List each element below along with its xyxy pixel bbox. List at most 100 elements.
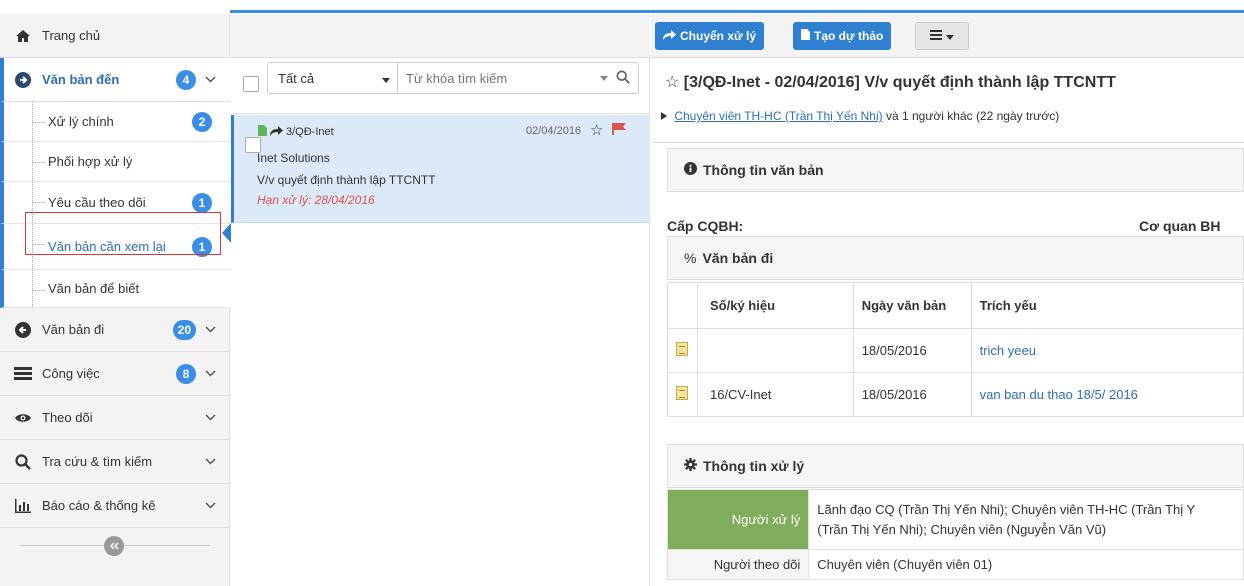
caret-down-icon[interactable] bbox=[600, 72, 608, 84]
process-panel-header[interactable]: Thông tin xử lý bbox=[667, 444, 1244, 488]
detail-toolbar: Chuyển xử lý Tạo dự thảo bbox=[651, 14, 1244, 58]
sidebar-subitem-coordinate[interactable]: Phối hợp xử lý bbox=[0, 142, 230, 182]
chevron-down-icon bbox=[205, 500, 216, 512]
count-badge: 4 bbox=[176, 69, 196, 90]
count-badge: 8 bbox=[176, 363, 196, 384]
outgoing-panel-header[interactable]: % Văn bản đi bbox=[667, 236, 1244, 280]
document-title-text: [3/QĐ-Inet - 02/04/2016] V/v quyết định … bbox=[683, 74, 1116, 91]
chevron-down-icon bbox=[205, 412, 216, 424]
sidebar-item-label: Theo dõi bbox=[42, 410, 93, 425]
info-panel-header[interactable]: Thông tin văn bản bbox=[667, 148, 1244, 192]
document-date: 02/04/2016 bbox=[526, 125, 582, 137]
divider bbox=[651, 142, 1244, 143]
forward-button-label: Chuyển xử lý bbox=[680, 29, 757, 43]
selection-pointer bbox=[222, 223, 231, 243]
sidebar-item-home[interactable]: Trang chủ bbox=[0, 14, 230, 58]
document-link[interactable]: van ban du thao 18/5/ 2016 bbox=[980, 387, 1138, 402]
table-cell bbox=[696, 328, 854, 373]
forward-button[interactable]: Chuyển xử lý bbox=[655, 22, 765, 50]
collapse-sidebar-icon[interactable] bbox=[104, 536, 124, 556]
caret-down-icon bbox=[946, 29, 954, 43]
issuer-row: Cấp CQBH: Cơ quan BH bbox=[667, 218, 1244, 234]
sidebar-subitem-main[interactable]: Xử lý chính 2 bbox=[0, 102, 230, 142]
info-panel-title: Thông tin văn bản bbox=[703, 162, 824, 178]
outgoing-docs-table: Số/ký hiệu Ngày văn bản Trích yếu 18/05/… bbox=[667, 282, 1244, 417]
sidebar-item-label: Phối hợp xử lý bbox=[48, 154, 133, 169]
column-header: Ngày văn bản bbox=[852, 282, 972, 329]
file-icon bbox=[258, 125, 267, 139]
process-table: Người xử lý Lãnh đạo CQ (Trần Thị Yến Nh… bbox=[666, 489, 1244, 580]
star-icon[interactable]: ☆ bbox=[665, 74, 679, 91]
arrow-circle-right-icon bbox=[12, 71, 34, 88]
sidebar-subitem-review[interactable]: Văn bản cần xem lại 1 bbox=[0, 224, 230, 270]
sidebar-subitem-follow-request[interactable]: Yêu cầu theo dõi 1 bbox=[0, 182, 230, 224]
follower-value: Chuyên viên (Chuyên viên 01) bbox=[808, 549, 1244, 580]
document-link[interactable]: trich yeeu bbox=[980, 343, 1036, 358]
handler-value-line1: Lãnh đạo CQ (Trần Thị Yến Nhi); Chuyên v… bbox=[817, 501, 1196, 517]
count-badge: 1 bbox=[192, 236, 212, 257]
sidebar-item-label: Xử lý chính bbox=[48, 114, 114, 129]
sidebar-item-label: Trang chủ bbox=[42, 28, 101, 43]
sidebar-item-label: Báo cáo & thống kê bbox=[42, 498, 156, 513]
sender-link[interactable]: Chuyên viên TH-HC (Trần Thị Yến Nhi) bbox=[674, 109, 882, 123]
sidebar-item-follow[interactable]: Theo dõi bbox=[0, 396, 230, 440]
gear-icon bbox=[684, 458, 697, 474]
star-icon[interactable]: ☆ bbox=[590, 121, 603, 139]
table-row[interactable]: 18/05/2016 trich yeeu bbox=[667, 328, 1244, 373]
app: Trang chủ Văn bản đến 4 Xử lý chính 2 Ph… bbox=[0, 0, 1244, 586]
table-header-row: Số/ký hiệu Ngày văn bản Trích yếu bbox=[667, 282, 1244, 329]
count-badge: 20 bbox=[172, 319, 196, 340]
follower-label: Người theo dõi bbox=[666, 549, 810, 580]
sidebar: Trang chủ Văn bản đến 4 Xử lý chính 2 Ph… bbox=[0, 14, 230, 586]
document-code: 3/QĐ-Inet bbox=[286, 126, 334, 138]
sidebar-item-label: Công việc bbox=[42, 366, 100, 381]
document-icon bbox=[676, 342, 688, 356]
more-menu-button[interactable] bbox=[915, 22, 969, 50]
search-icon bbox=[12, 453, 34, 470]
sidebar-item-label: Yêu cầu theo dõi bbox=[48, 195, 146, 210]
sidebar-item-label: Văn bản đến bbox=[42, 72, 120, 87]
select-all-checkbox[interactable] bbox=[243, 76, 259, 92]
table-cell: 16/CV-Inet bbox=[696, 372, 854, 417]
sidebar-item-tasks[interactable]: Công việc 8 bbox=[0, 352, 230, 396]
document-detail-pane: Chuyển xử lý Tạo dự thảo ☆ [3/QĐ-Inet - … bbox=[651, 14, 1244, 586]
sidebar-item-search[interactable]: Tra cứu & tìm kiếm bbox=[0, 440, 230, 484]
info-icon bbox=[684, 162, 697, 178]
sidebar-item-label: Văn bản để biết bbox=[48, 281, 140, 296]
table-row: Người xử lý Lãnh đạo CQ (Trần Thị Yến Nh… bbox=[666, 489, 1244, 550]
sidebar-item-label: Tra cứu & tìm kiếm bbox=[42, 454, 153, 469]
process-panel-title: Thông tin xử lý bbox=[703, 458, 805, 474]
icon-column-header bbox=[667, 282, 698, 329]
caret-down-icon bbox=[382, 71, 390, 86]
sidebar-subitem-info[interactable]: Văn bản để biết bbox=[0, 270, 230, 308]
table-row: Người theo dõi Chuyên viên (Chuyên viên … bbox=[666, 549, 1244, 580]
count-badge: 2 bbox=[192, 111, 212, 132]
menu-icon bbox=[930, 29, 942, 43]
forward-icon bbox=[663, 29, 676, 43]
issuer-level-label: Cấp CQBH: bbox=[667, 218, 744, 234]
document-icon bbox=[676, 386, 688, 400]
document-title: ☆ [3/QĐ-Inet - 02/04/2016] V/v quyết địn… bbox=[665, 72, 1116, 92]
issuer-agency-label: Cơ quan BH bbox=[1139, 218, 1221, 234]
filter-select[interactable]: Tất cả bbox=[267, 62, 401, 94]
link-icon: % bbox=[684, 250, 697, 266]
create-draft-button[interactable]: Tạo dự thảo bbox=[793, 22, 892, 50]
create-draft-label: Tạo dự thảo bbox=[814, 29, 884, 43]
caret-right-icon[interactable] bbox=[661, 109, 670, 123]
column-header: Số/ký hiệu bbox=[696, 282, 854, 329]
sidebar-item-label: Văn bản đi bbox=[42, 322, 105, 337]
search-input[interactable] bbox=[406, 70, 556, 86]
file-icon bbox=[801, 29, 810, 43]
tasks-icon bbox=[12, 366, 34, 381]
chevron-down-icon bbox=[205, 368, 216, 380]
table-cell: 18/05/2016 bbox=[852, 328, 972, 373]
table-row[interactable]: 16/CV-Inet 18/05/2016 van ban du thao 18… bbox=[667, 372, 1244, 417]
forward-icon bbox=[270, 125, 283, 139]
list-item[interactable]: 3/QĐ-Inet 02/04/2016 ☆ Inet Solutions V/… bbox=[231, 115, 650, 223]
search-icon[interactable] bbox=[616, 69, 630, 87]
sidebar-item-incoming[interactable]: Văn bản đến 4 bbox=[0, 58, 230, 102]
column-header: Trích yếu bbox=[970, 282, 1244, 329]
sidebar-item-report[interactable]: Báo cáo & thống kê bbox=[0, 484, 230, 528]
sidebar-item-outgoing[interactable]: Văn bản đi 20 bbox=[0, 308, 230, 352]
flag-icon[interactable] bbox=[612, 123, 626, 138]
